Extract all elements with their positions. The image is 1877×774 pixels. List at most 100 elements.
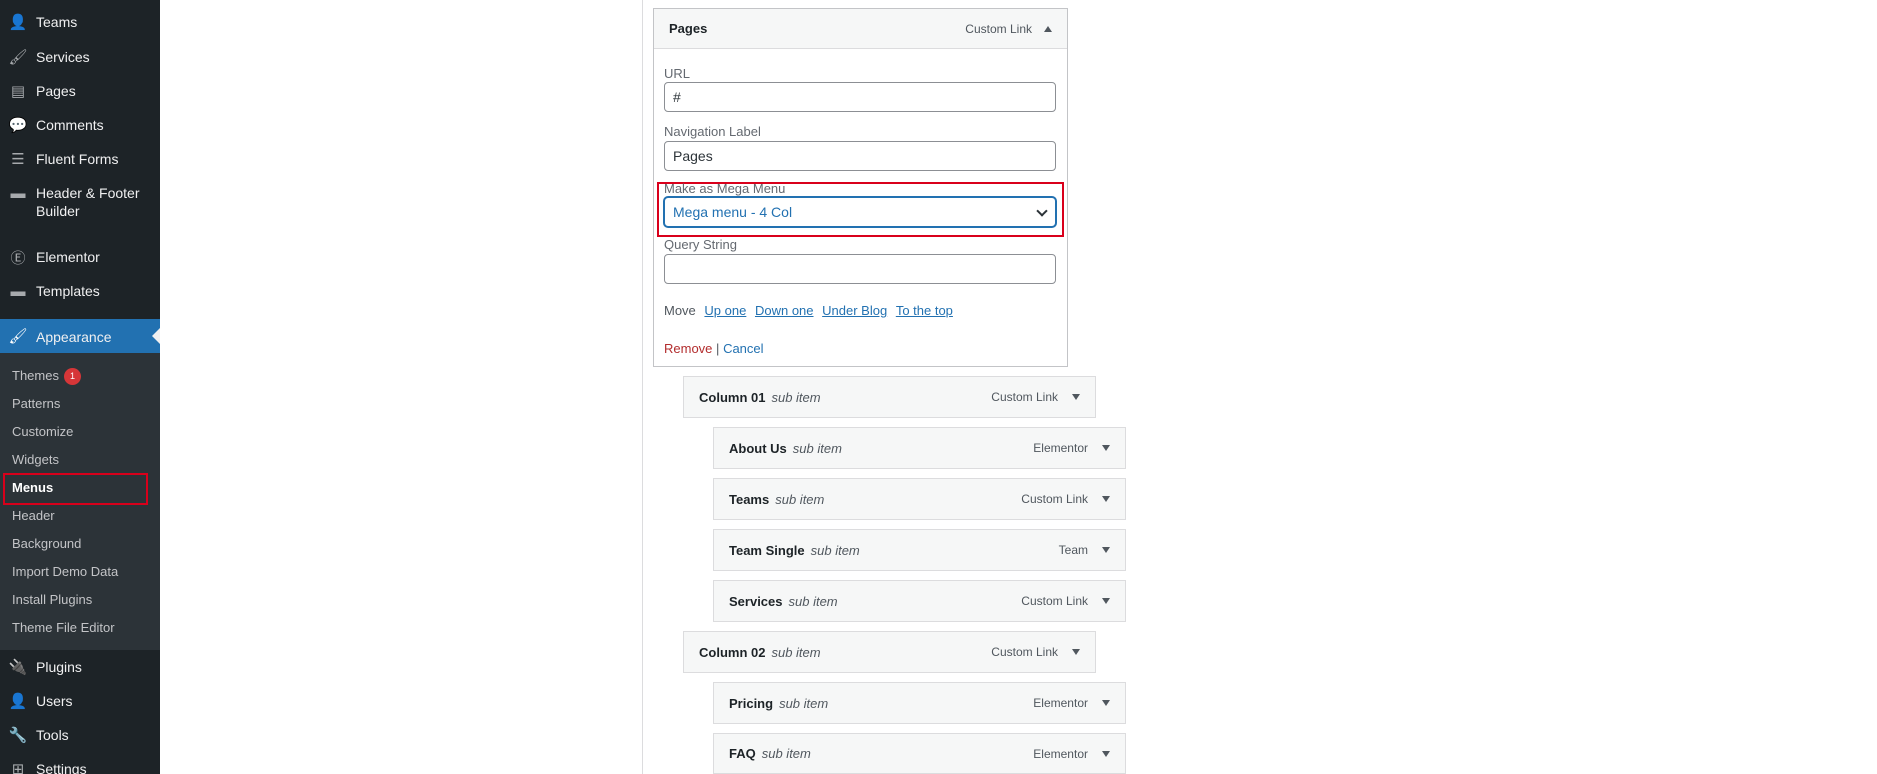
folder-icon: ▬ bbox=[10, 282, 26, 300]
sidebar-item-label: Services bbox=[36, 49, 90, 65]
submenu-item-patterns[interactable]: Patterns bbox=[12, 395, 60, 413]
remove-link[interactable]: Remove bbox=[664, 341, 712, 356]
pages-icon: ▤ bbox=[10, 83, 26, 100]
menu-row-subtitle: sub item bbox=[792, 440, 842, 456]
paintbrush-icon: 🖌 bbox=[8, 328, 28, 345]
mega-menu-select[interactable]: Mega menu - 4 Col bbox=[664, 197, 1056, 227]
update-count-badge: 1 bbox=[63, 368, 81, 385]
main-content: Pages Custom Link URL # Navigation Label… bbox=[160, 0, 1877, 774]
menu-row-teams[interactable]: Teams sub item Custom Link bbox=[713, 478, 1126, 520]
expand-arrow-icon[interactable] bbox=[1102, 598, 1110, 604]
menu-row-about-us[interactable]: About Us sub item Elementor bbox=[713, 427, 1126, 469]
sidebar-item-settings[interactable]: ⊞ Settings bbox=[0, 759, 160, 774]
menu-item-title: Pages bbox=[669, 21, 708, 36]
menus-highlight-box bbox=[3, 473, 148, 505]
menu-row-column-01[interactable]: Column 01 sub item Custom Link bbox=[683, 376, 1096, 418]
mega-menu-label: Make as Mega Menu bbox=[664, 181, 786, 196]
menu-row-title: Services bbox=[729, 593, 783, 609]
move-down-one-link[interactable]: Down one bbox=[755, 303, 814, 318]
submenu-item-import-demo-data[interactable]: Import Demo Data bbox=[12, 563, 118, 581]
submenu-item-install-plugins[interactable]: Install Plugins bbox=[12, 591, 92, 609]
expand-arrow-icon[interactable] bbox=[1072, 649, 1080, 655]
move-under-blog-link[interactable]: Under Blog bbox=[822, 303, 887, 318]
query-string-input[interactable] bbox=[664, 254, 1056, 284]
brush-icon: 🖌 bbox=[8, 49, 28, 66]
submenu-item-background[interactable]: Background bbox=[12, 535, 81, 553]
cancel-link[interactable]: Cancel bbox=[723, 341, 763, 356]
menu-row-title: Team Single bbox=[729, 542, 805, 558]
menu-row-type: Elementor bbox=[1033, 696, 1088, 710]
collapse-arrow-icon[interactable] bbox=[1044, 25, 1052, 32]
column-divider bbox=[642, 0, 643, 774]
sidebar-item-users[interactable]: 👤 Users bbox=[0, 691, 160, 711]
sidebar-item-services[interactable]: 🖌 Services bbox=[0, 47, 160, 67]
sidebar-item-label: Tools bbox=[36, 727, 69, 743]
expand-arrow-icon[interactable] bbox=[1102, 547, 1110, 553]
move-up-one-link[interactable]: Up one bbox=[704, 303, 746, 318]
sidebar-item-appearance[interactable]: 🖌 Appearance bbox=[0, 319, 160, 353]
sidebar-item-header-footer-builder[interactable]: ▬ Header & Footer Builder bbox=[0, 183, 160, 220]
wrench-icon: 🔧 bbox=[8, 727, 28, 744]
url-input[interactable]: # bbox=[664, 82, 1056, 112]
url-label: URL bbox=[664, 66, 691, 81]
submenu-item-header[interactable]: Header bbox=[12, 507, 55, 525]
navigation-label-input[interactable]: Pages bbox=[664, 141, 1056, 171]
submenu-item-themes[interactable]: Themes 1 bbox=[12, 367, 81, 385]
sidebar-item-pages[interactable]: ▤ Pages bbox=[0, 81, 160, 101]
sidebar-item-teams[interactable]: 👤 Teams bbox=[0, 12, 160, 32]
expand-arrow-icon[interactable] bbox=[1102, 700, 1110, 706]
admin-sidebar: 👤 Teams 🖌 Services ▤ Pages 💬 Comments ☰ … bbox=[0, 0, 160, 774]
sidebar-item-label: Elementor bbox=[36, 249, 100, 265]
menu-row-type: Elementor bbox=[1033, 441, 1088, 455]
sidebar-item-fluent-forms[interactable]: ☰ Fluent Forms bbox=[0, 149, 160, 169]
sidebar-item-label: Users bbox=[36, 693, 73, 709]
sidebar-item-label: Pages bbox=[36, 83, 76, 99]
menu-row-subtitle: sub item bbox=[761, 746, 811, 761]
submenu-item-widgets[interactable]: Widgets bbox=[12, 451, 59, 469]
menu-row-title: About Us bbox=[729, 440, 787, 456]
menu-row-subtitle: sub item bbox=[788, 593, 838, 609]
menu-row-team-single[interactable]: Team Single sub item Team bbox=[713, 529, 1126, 571]
menu-item-settings-panel: Pages Custom Link URL # Navigation Label… bbox=[653, 8, 1068, 367]
menu-row-title: Teams bbox=[729, 491, 770, 507]
menu-row-type: Custom Link bbox=[1021, 492, 1088, 506]
sidebar-item-plugins[interactable]: 🔌 Plugins bbox=[0, 657, 160, 677]
sidebar-item-templates[interactable]: ▬ Templates bbox=[0, 281, 160, 301]
sidebar-item-label: Settings bbox=[36, 761, 87, 774]
sidebar-item-label: Comments bbox=[36, 117, 104, 133]
move-label: Move bbox=[664, 303, 696, 318]
sidebar-item-elementor[interactable]: Ⓔ Elementor bbox=[0, 247, 160, 267]
move-to-top-link[interactable]: To the top bbox=[896, 303, 953, 318]
expand-arrow-icon[interactable] bbox=[1102, 750, 1110, 757]
menu-row-column-02[interactable]: Column 02 sub item Custom Link bbox=[683, 631, 1096, 673]
comment-icon: 💬 bbox=[8, 117, 28, 134]
sidebar-item-label: Header & Footer Builder bbox=[36, 185, 140, 219]
menu-row-faq[interactable]: FAQ sub item Elementor bbox=[713, 733, 1126, 774]
menu-row-subtitle: sub item bbox=[771, 644, 821, 660]
sidebar-item-tools[interactable]: 🔧 Tools bbox=[0, 725, 160, 745]
sidebar-item-comments[interactable]: 💬 Comments bbox=[0, 115, 160, 135]
menu-row-subtitle: sub item bbox=[779, 695, 829, 711]
menu-row-title: Pricing bbox=[729, 695, 774, 711]
menu-row-pricing[interactable]: Pricing sub item Elementor bbox=[713, 682, 1126, 724]
submenu-item-label: Themes bbox=[12, 368, 59, 383]
submenu-item-theme-file-editor[interactable]: Theme File Editor bbox=[12, 619, 115, 637]
menu-row-type: Custom Link bbox=[991, 645, 1058, 659]
settings-icon: ⊞ bbox=[11, 761, 25, 774]
elementor-icon: Ⓔ bbox=[10, 249, 26, 267]
menu-row-subtitle: sub item bbox=[771, 389, 821, 405]
query-string-label: Query String bbox=[664, 237, 737, 252]
sidebar-item-label: Fluent Forms bbox=[36, 151, 119, 167]
menu-row-type: Custom Link bbox=[1021, 594, 1088, 608]
expand-arrow-icon[interactable] bbox=[1072, 394, 1080, 400]
menu-row-subtitle: sub item bbox=[775, 491, 825, 507]
menu-item-handle[interactable]: Pages Custom Link bbox=[654, 9, 1067, 49]
person-icon: 👤 bbox=[8, 14, 28, 31]
menu-row-title: Column 02 bbox=[699, 644, 766, 660]
sidebar-item-label: Templates bbox=[36, 283, 100, 299]
item-actions: Remove | Cancel bbox=[664, 341, 764, 356]
expand-arrow-icon[interactable] bbox=[1102, 445, 1110, 451]
expand-arrow-icon[interactable] bbox=[1102, 496, 1110, 502]
menu-row-services[interactable]: Services sub item Custom Link bbox=[713, 580, 1126, 622]
submenu-item-customize[interactable]: Customize bbox=[12, 423, 73, 441]
